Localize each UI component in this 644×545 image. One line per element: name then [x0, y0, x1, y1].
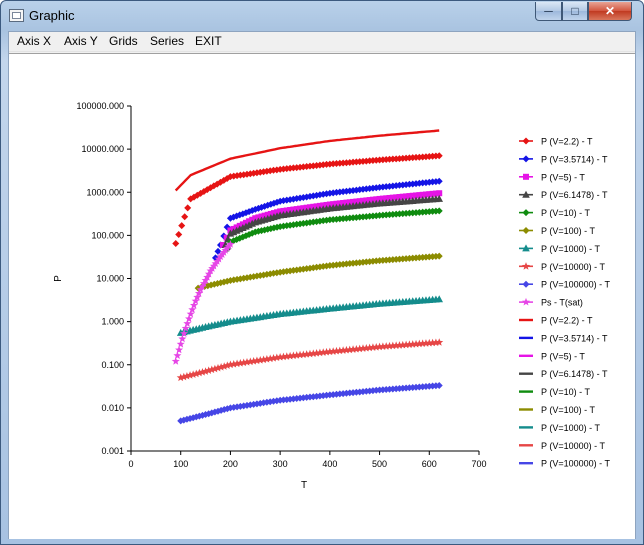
minimize-button[interactable]: ─ [535, 2, 562, 21]
legend-label: P (V=3.5714) - T [541, 333, 608, 343]
legend-label: P (V=6.1478) - T [541, 190, 608, 200]
x-tick-label: 300 [273, 459, 288, 469]
legend-label: P (V=2.2) - T [541, 137, 593, 147]
x-tick-label: 400 [322, 459, 337, 469]
legend-swatch-marker [522, 262, 530, 270]
plot-area: 0 100 200 300 400 500 600 700 0.001 0.010 0.100 1.0… [9, 53, 635, 539]
x-tick-label: 700 [471, 459, 486, 469]
series-4 [224, 207, 443, 252]
legend-item: P (V=2.2) - T [519, 316, 593, 326]
legend: P (V=2.2) - T P (V=3.5714) - T P (V=5) - T… [519, 137, 610, 469]
data-marks [171, 129, 444, 425]
legend-label: P (V=5) - T [541, 351, 585, 361]
legend-label: Ps - T(sat) [541, 298, 583, 308]
legend-label: P (V=6.1478) - T [541, 369, 608, 379]
legend-item: P (V=10000) - T [519, 441, 605, 451]
legend-item: P (V=100) - T [519, 405, 595, 415]
legend-swatch-marker [522, 137, 530, 145]
data-point [184, 204, 192, 212]
legend-swatch-marker [522, 209, 530, 217]
menu-axis-x[interactable]: Axis X [17, 34, 51, 48]
legend-label: P (V=100) - T [541, 405, 595, 415]
menu-axis-y[interactable]: Axis Y [64, 34, 98, 48]
close-button[interactable]: ✕ [588, 2, 632, 21]
legend-swatch-marker [522, 297, 530, 306]
menu-exit[interactable]: EXIT [195, 34, 222, 48]
legend-item: P (V=10) - T [519, 208, 590, 218]
menu-grids[interactable]: Grids [109, 34, 138, 48]
chart: 0 100 200 300 400 500 600 700 0.001 0.010 0.100 1.0… [53, 101, 610, 491]
legend-item: P (V=1000) - T [519, 244, 600, 254]
y-tick-label: 1.000 [101, 317, 124, 327]
series-6 [176, 295, 444, 336]
legend-item: P (V=3.5714) - T [519, 333, 608, 343]
legend-label: P (V=1000) - T [541, 423, 600, 433]
series-8 [177, 382, 443, 425]
y-tick-label: 100.000 [91, 230, 124, 240]
legend-label: P (V=100) - T [541, 226, 595, 236]
legend-label: P (V=1000) - T [541, 244, 600, 254]
y-tick-label: 0.001 [101, 446, 124, 456]
data-point [178, 222, 186, 230]
legend-swatch-marker [523, 173, 529, 180]
graphic-window: Graphic ─ □ ✕ Axis X Axis Y Grids Series… [0, 0, 644, 545]
y-tick-label: 100000.000 [76, 101, 124, 111]
x-axis-title: T [301, 480, 307, 491]
legend-item: P (V=6.1478) - T [519, 369, 608, 379]
legend-swatch-marker [522, 227, 530, 234]
y-tick-label: 1000.000 [86, 187, 124, 197]
y-tick-label: 10000.000 [81, 144, 124, 154]
y-axis-title: P [53, 275, 64, 282]
x-tick-label: 100 [173, 459, 188, 469]
x-tick-label: 500 [372, 459, 387, 469]
y-tick-label: 10.000 [96, 274, 124, 284]
series-5 [194, 252, 443, 292]
legend-item: P (V=3.5714) - T [519, 154, 608, 164]
legend-item: P (V=1000) - T [519, 423, 600, 433]
legend-item: P (V=6.1478) - T [519, 190, 608, 200]
data-point [181, 213, 189, 221]
legend-label: P (V=100000) - T [541, 459, 610, 469]
legend-item: P (V=5) - T [519, 172, 585, 182]
legend-item: P (V=100) - T [519, 226, 595, 236]
y-tick-label: 0.010 [101, 403, 124, 413]
legend-item: P (V=100000) - T [519, 280, 610, 290]
x-tick-label: 0 [128, 459, 133, 469]
y-tick-label: 0.100 [101, 360, 124, 370]
legend-item: P (V=10) - T [519, 387, 590, 397]
x-tick-label: 600 [422, 459, 437, 469]
legend-item: Ps - T(sat) [519, 298, 583, 308]
client-area: Axis X Axis Y Grids Series EXIT 0 100 200 3… [8, 31, 636, 539]
legend-label: P (V=10) - T [541, 208, 590, 218]
legend-swatch-marker [522, 280, 530, 288]
menu-series[interactable]: Series [150, 34, 184, 48]
legend-label: P (V=3.5714) - T [541, 154, 608, 164]
title-bar[interactable]: Graphic ─ □ ✕ [1, 1, 643, 31]
legend-item: P (V=2.2) - T [519, 137, 593, 147]
series-9 [171, 240, 235, 365]
axes: 0 100 200 300 400 500 600 700 0.001 0.010 0.100 1.0… [53, 101, 487, 491]
window-title: Graphic [29, 8, 75, 23]
legend-label: P (V=10000) - T [541, 262, 605, 272]
legend-item: P (V=100000) - T [519, 459, 610, 469]
series-7 [176, 338, 444, 382]
legend-swatch-marker [522, 155, 530, 163]
maximize-button[interactable]: □ [562, 2, 588, 21]
x-tick-label: 200 [223, 459, 238, 469]
legend-label: P (V=2.2) - T [541, 316, 593, 326]
legend-label: P (V=10) - T [541, 387, 590, 397]
legend-item: P (V=10000) - T [519, 262, 605, 272]
app-window-icon[interactable] [9, 9, 24, 22]
legend-item: P (V=5) - T [519, 351, 585, 361]
data-point [172, 239, 180, 247]
menu-bar: Axis X Axis Y Grids Series EXIT [9, 32, 635, 52]
data-point [175, 231, 183, 239]
legend-label: P (V=5) - T [541, 172, 585, 182]
legend-label: P (V=10000) - T [541, 441, 605, 451]
legend-label: P (V=100000) - T [541, 280, 610, 290]
